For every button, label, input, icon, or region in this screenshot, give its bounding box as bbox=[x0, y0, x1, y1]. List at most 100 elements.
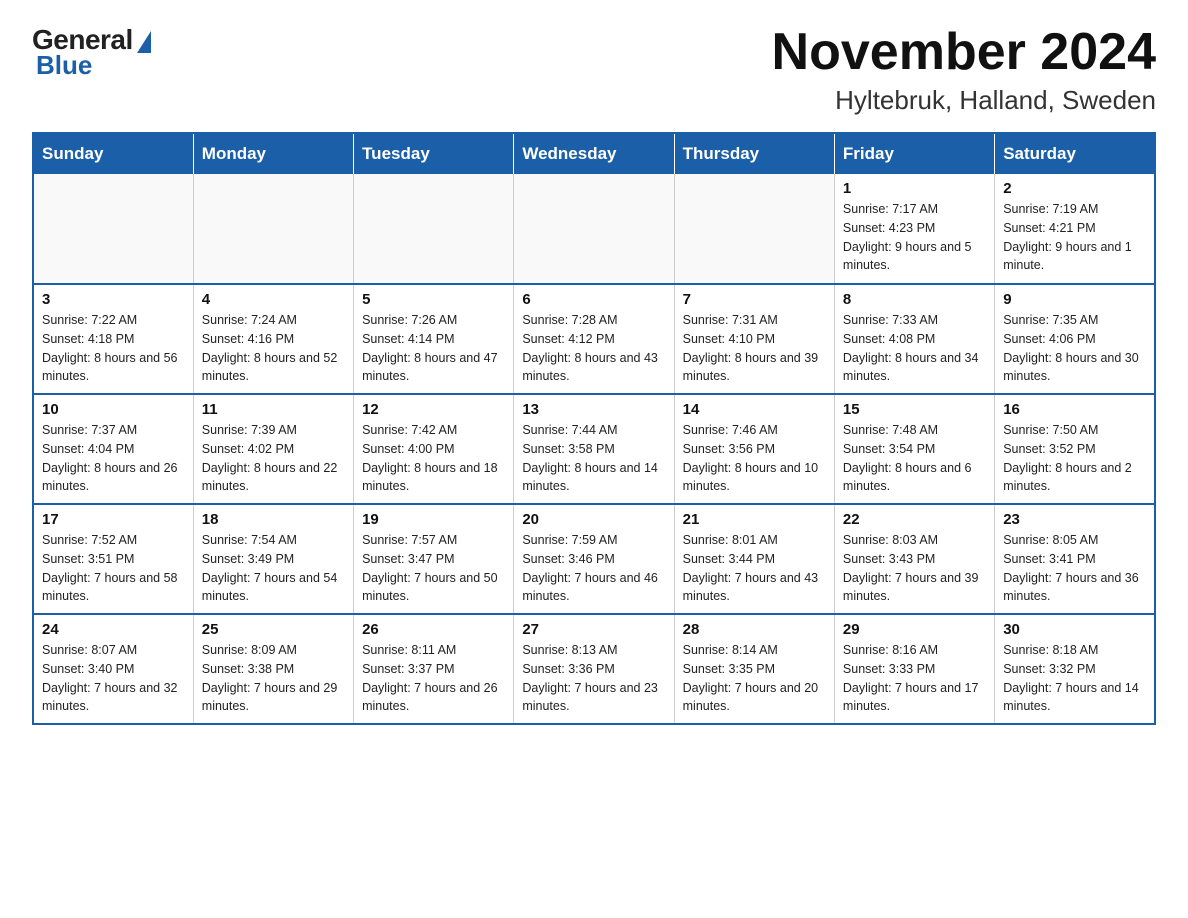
day-number: 4 bbox=[202, 291, 345, 308]
day-number: 19 bbox=[362, 511, 505, 528]
day-number: 17 bbox=[42, 511, 185, 528]
day-number: 23 bbox=[1003, 511, 1146, 528]
calendar-cell: 17Sunrise: 7:52 AMSunset: 3:51 PMDayligh… bbox=[33, 504, 193, 614]
calendar-cell: 21Sunrise: 8:01 AMSunset: 3:44 PMDayligh… bbox=[674, 504, 834, 614]
calendar-cell: 26 Sunrise: 8:11 AMSunset: 3:37 PMDayligh… bbox=[354, 614, 514, 724]
calendar-cell: 30 Sunrise: 8:18 AMSunset: 3:32 PMDayligh… bbox=[995, 614, 1155, 724]
day-number: 18 bbox=[202, 511, 345, 528]
calendar-cell bbox=[193, 174, 353, 284]
month-year-title: November 2024 bbox=[772, 24, 1156, 81]
day-info: Sunrise: 7:33 AMSunset: 4:08 PMDaylight:… bbox=[843, 311, 986, 386]
calendar-header-row: SundayMondayTuesdayWednesdayThursdayFrid… bbox=[33, 133, 1155, 174]
weekday-header-wednesday: Wednesday bbox=[514, 133, 674, 174]
calendar-cell: 5 Sunrise: 7:26 AMSunset: 4:14 PMDaylight… bbox=[354, 284, 514, 394]
day-number: 30 bbox=[1003, 621, 1146, 638]
calendar-cell: 23 Sunrise: 8:05 AMSunset: 3:41 PMDayligh… bbox=[995, 504, 1155, 614]
calendar-cell: 7 Sunrise: 7:31 AMSunset: 4:10 PMDaylight… bbox=[674, 284, 834, 394]
calendar-week-row: 17Sunrise: 7:52 AMSunset: 3:51 PMDayligh… bbox=[33, 504, 1155, 614]
calendar-table: SundayMondayTuesdayWednesdayThursdayFrid… bbox=[32, 132, 1156, 725]
day-info: Sunrise: 7:35 AMSunset: 4:06 PMDaylight:… bbox=[1003, 311, 1146, 386]
calendar-cell: 3Sunrise: 7:22 AMSunset: 4:18 PMDaylight… bbox=[33, 284, 193, 394]
day-number: 14 bbox=[683, 401, 826, 418]
calendar-cell: 19 Sunrise: 7:57 AMSunset: 3:47 PMDayligh… bbox=[354, 504, 514, 614]
calendar-cell bbox=[354, 174, 514, 284]
calendar-cell: 27 Sunrise: 8:13 AMSunset: 3:36 PMDayligh… bbox=[514, 614, 674, 724]
day-info: Sunrise: 8:09 AMSunset: 3:38 PMDaylight:… bbox=[202, 641, 345, 716]
calendar-week-row: 10Sunrise: 7:37 AMSunset: 4:04 PMDayligh… bbox=[33, 394, 1155, 504]
calendar-cell: 13 Sunrise: 7:44 AMSunset: 3:58 PMDayligh… bbox=[514, 394, 674, 504]
calendar-cell: 22Sunrise: 8:03 AMSunset: 3:43 PMDayligh… bbox=[834, 504, 994, 614]
day-number: 7 bbox=[683, 291, 826, 308]
day-number: 15 bbox=[843, 401, 986, 418]
day-number: 2 bbox=[1003, 180, 1146, 197]
calendar-cell: 8 Sunrise: 7:33 AMSunset: 4:08 PMDaylight… bbox=[834, 284, 994, 394]
calendar-cell: 4Sunrise: 7:24 AMSunset: 4:16 PMDaylight… bbox=[193, 284, 353, 394]
title-section: November 2024 Hyltebruk, Halland, Sweden bbox=[772, 24, 1156, 116]
calendar-cell: 29 Sunrise: 8:16 AMSunset: 3:33 PMDayligh… bbox=[834, 614, 994, 724]
day-info: Sunrise: 7:46 AMSunset: 3:56 PMDaylight:… bbox=[683, 421, 826, 496]
day-number: 27 bbox=[522, 621, 665, 638]
day-info: Sunrise: 8:03 AMSunset: 3:43 PMDaylight:… bbox=[843, 531, 986, 606]
day-number: 5 bbox=[362, 291, 505, 308]
weekday-header-sunday: Sunday bbox=[33, 133, 193, 174]
day-number: 6 bbox=[522, 291, 665, 308]
day-number: 16 bbox=[1003, 401, 1146, 418]
calendar-cell: 28Sunrise: 8:14 AMSunset: 3:35 PMDayligh… bbox=[674, 614, 834, 724]
day-number: 1 bbox=[843, 180, 986, 197]
day-info: Sunrise: 7:59 AMSunset: 3:46 PMDaylight:… bbox=[522, 531, 665, 606]
day-info: Sunrise: 8:11 AMSunset: 3:37 PMDaylight:… bbox=[362, 641, 505, 716]
day-number: 3 bbox=[42, 291, 185, 308]
calendar-cell: 9 Sunrise: 7:35 AMSunset: 4:06 PMDaylight… bbox=[995, 284, 1155, 394]
day-info: Sunrise: 8:13 AMSunset: 3:36 PMDaylight:… bbox=[522, 641, 665, 716]
day-info: Sunrise: 8:05 AMSunset: 3:41 PMDaylight:… bbox=[1003, 531, 1146, 606]
calendar-cell: 12 Sunrise: 7:42 AMSunset: 4:00 PMDayligh… bbox=[354, 394, 514, 504]
logo-blue-text: Blue bbox=[36, 50, 92, 81]
calendar-week-row: 24 Sunrise: 8:07 AMSunset: 3:40 PMDayligh… bbox=[33, 614, 1155, 724]
weekday-header-thursday: Thursday bbox=[674, 133, 834, 174]
day-number: 8 bbox=[843, 291, 986, 308]
day-number: 25 bbox=[202, 621, 345, 638]
calendar-cell: 10Sunrise: 7:37 AMSunset: 4:04 PMDayligh… bbox=[33, 394, 193, 504]
day-info: Sunrise: 8:16 AMSunset: 3:33 PMDaylight:… bbox=[843, 641, 986, 716]
day-number: 13 bbox=[522, 401, 665, 418]
calendar-cell: 11Sunrise: 7:39 AMSunset: 4:02 PMDayligh… bbox=[193, 394, 353, 504]
day-info: Sunrise: 7:50 AMSunset: 3:52 PMDaylight:… bbox=[1003, 421, 1146, 496]
weekday-header-friday: Friday bbox=[834, 133, 994, 174]
calendar-cell bbox=[674, 174, 834, 284]
logo: General Blue bbox=[32, 24, 151, 81]
day-number: 24 bbox=[42, 621, 185, 638]
day-number: 11 bbox=[202, 401, 345, 418]
day-info: Sunrise: 7:26 AMSunset: 4:14 PMDaylight:… bbox=[362, 311, 505, 386]
day-info: Sunrise: 7:54 AMSunset: 3:49 PMDaylight:… bbox=[202, 531, 345, 606]
calendar-cell: 14 Sunrise: 7:46 AMSunset: 3:56 PMDayligh… bbox=[674, 394, 834, 504]
calendar-week-row: 3Sunrise: 7:22 AMSunset: 4:18 PMDaylight… bbox=[33, 284, 1155, 394]
day-number: 10 bbox=[42, 401, 185, 418]
day-info: Sunrise: 7:19 AMSunset: 4:21 PMDaylight:… bbox=[1003, 200, 1146, 275]
location-subtitle: Hyltebruk, Halland, Sweden bbox=[772, 85, 1156, 116]
day-info: Sunrise: 7:28 AMSunset: 4:12 PMDaylight:… bbox=[522, 311, 665, 386]
day-number: 9 bbox=[1003, 291, 1146, 308]
calendar-cell: 18 Sunrise: 7:54 AMSunset: 3:49 PMDayligh… bbox=[193, 504, 353, 614]
day-number: 29 bbox=[843, 621, 986, 638]
day-info: Sunrise: 7:57 AMSunset: 3:47 PMDaylight:… bbox=[362, 531, 505, 606]
weekday-header-saturday: Saturday bbox=[995, 133, 1155, 174]
calendar-cell: 24 Sunrise: 8:07 AMSunset: 3:40 PMDayligh… bbox=[33, 614, 193, 724]
calendar-cell: 6 Sunrise: 7:28 AMSunset: 4:12 PMDaylight… bbox=[514, 284, 674, 394]
page-header: General Blue November 2024 Hyltebruk, Ha… bbox=[32, 24, 1156, 116]
calendar-cell: 15Sunrise: 7:48 AMSunset: 3:54 PMDayligh… bbox=[834, 394, 994, 504]
day-number: 26 bbox=[362, 621, 505, 638]
day-info: Sunrise: 8:07 AMSunset: 3:40 PMDaylight:… bbox=[42, 641, 185, 716]
calendar-cell: 25 Sunrise: 8:09 AMSunset: 3:38 PMDayligh… bbox=[193, 614, 353, 724]
day-info: Sunrise: 7:31 AMSunset: 4:10 PMDaylight:… bbox=[683, 311, 826, 386]
day-info: Sunrise: 8:18 AMSunset: 3:32 PMDaylight:… bbox=[1003, 641, 1146, 716]
weekday-header-monday: Monday bbox=[193, 133, 353, 174]
calendar-cell: 1 Sunrise: 7:17 AMSunset: 4:23 PMDaylight… bbox=[834, 174, 994, 284]
calendar-cell bbox=[33, 174, 193, 284]
calendar-cell: 2 Sunrise: 7:19 AMSunset: 4:21 PMDaylight… bbox=[995, 174, 1155, 284]
day-info: Sunrise: 8:01 AMSunset: 3:44 PMDaylight:… bbox=[683, 531, 826, 606]
day-number: 12 bbox=[362, 401, 505, 418]
day-info: Sunrise: 7:44 AMSunset: 3:58 PMDaylight:… bbox=[522, 421, 665, 496]
day-info: Sunrise: 7:42 AMSunset: 4:00 PMDaylight:… bbox=[362, 421, 505, 496]
logo-triangle-icon bbox=[137, 31, 151, 53]
day-info: Sunrise: 7:17 AMSunset: 4:23 PMDaylight:… bbox=[843, 200, 986, 275]
